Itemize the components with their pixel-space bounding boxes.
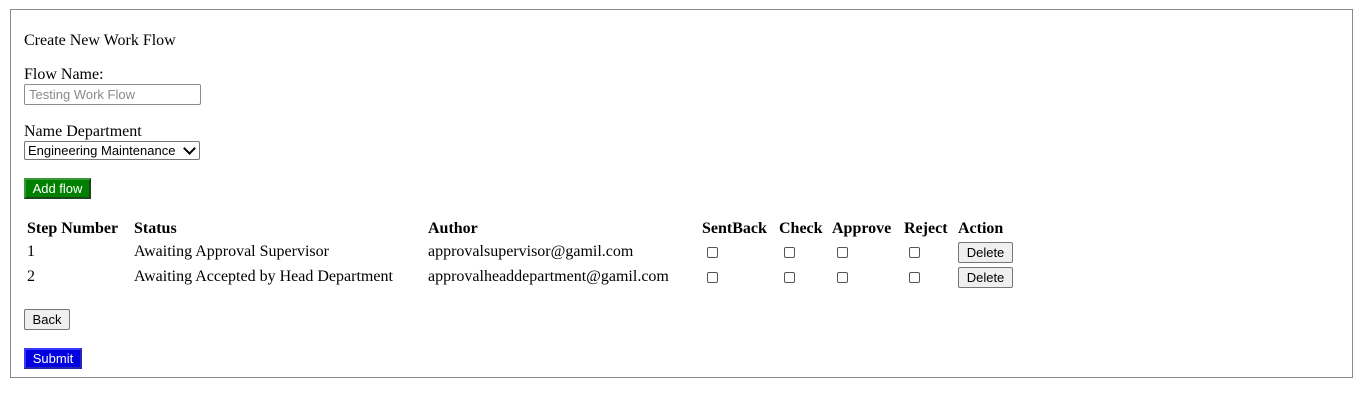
header-author: Author <box>428 220 478 237</box>
row-2-delete-button[interactable]: Delete <box>958 267 1013 288</box>
row-2-check-checkbox[interactable] <box>784 272 795 283</box>
department-select[interactable]: Engineering Maintenance <box>24 141 200 160</box>
header-reject: Reject <box>904 220 948 237</box>
row-1-reject-checkbox[interactable] <box>909 247 920 258</box>
header-approve: Approve <box>832 220 892 237</box>
department-label: Name Department <box>24 123 142 140</box>
header-step-number: Step Number <box>27 220 119 237</box>
header-check: Check <box>779 220 823 237</box>
row-2-sentback-checkbox[interactable] <box>707 272 718 283</box>
row-1-delete-button[interactable]: Delete <box>958 242 1013 263</box>
form-container <box>10 9 1353 378</box>
department-select-value: Engineering Maintenance <box>28 143 176 158</box>
submit-button[interactable]: Submit <box>24 348 82 369</box>
row-1-author: approvalsupervisor@gamil.com <box>428 243 634 260</box>
row-1-status: Awaiting Approval Supervisor <box>134 243 329 260</box>
flow-name-input[interactable] <box>24 84 201 105</box>
header-status: Status <box>134 220 177 237</box>
chevron-down-icon <box>183 142 196 155</box>
row-1-sentback-checkbox[interactable] <box>707 247 718 258</box>
back-button[interactable]: Back <box>24 309 70 330</box>
row-1-step: 1 <box>27 243 35 260</box>
row-2-author: approvalheaddepartment@gamil.com <box>428 268 669 285</box>
row-1-check-checkbox[interactable] <box>784 247 795 258</box>
row-2-approve-checkbox[interactable] <box>837 272 848 283</box>
row-1-approve-checkbox[interactable] <box>837 247 848 258</box>
header-action: Action <box>958 220 1004 237</box>
row-2-status: Awaiting Accepted by Head Department <box>134 268 393 285</box>
flow-name-label: Flow Name: <box>24 66 104 83</box>
page-title: Create New Work Flow <box>24 32 176 49</box>
add-flow-button[interactable]: Add flow <box>24 178 91 199</box>
row-2-reject-checkbox[interactable] <box>909 272 920 283</box>
row-2-step: 2 <box>27 268 35 285</box>
header-sentback: SentBack <box>702 220 767 237</box>
